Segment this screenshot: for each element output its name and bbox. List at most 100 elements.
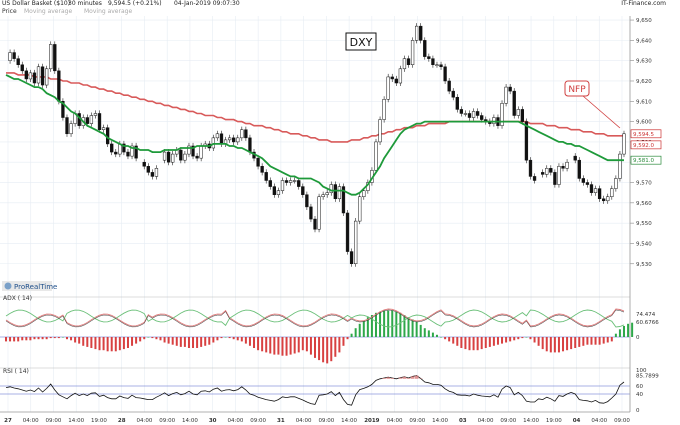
candle-body <box>549 168 553 173</box>
candle-body <box>211 137 216 149</box>
candle-body <box>118 143 122 155</box>
adx-bar <box>346 337 349 340</box>
candle-body <box>232 137 236 143</box>
candle-body <box>492 117 496 124</box>
candle-body <box>504 86 508 104</box>
adx-bar <box>350 333 353 337</box>
candle-body <box>260 166 264 173</box>
adx-bar <box>598 337 601 345</box>
adx-bar <box>41 337 44 340</box>
adx-bar <box>240 337 243 342</box>
price-tag-label: 9,592.0 <box>633 143 654 149</box>
candle-body <box>272 186 276 195</box>
candle-body <box>467 113 472 118</box>
y-tick-label: 9,630 <box>636 59 652 65</box>
adx-bar <box>257 337 260 351</box>
adx-bar <box>570 337 573 350</box>
candle-body <box>345 212 350 252</box>
candle-body <box>471 111 476 118</box>
candle-body <box>32 72 37 84</box>
candle-body <box>321 194 325 197</box>
adx-bar <box>415 321 418 337</box>
adx-bar <box>574 337 577 348</box>
adx-bar <box>216 337 219 341</box>
candle-body <box>545 168 549 175</box>
adx-bar <box>285 337 288 356</box>
adx-bar <box>362 320 365 337</box>
adx-bar <box>566 337 569 351</box>
adx-bar <box>557 337 560 353</box>
adx-bar <box>65 337 68 340</box>
dxy-annotation: DXY <box>345 32 377 51</box>
adx-bar <box>578 337 581 347</box>
adx-bar <box>419 324 422 337</box>
adx-bar <box>204 337 207 346</box>
x-tick-label: 14:00 <box>341 418 357 424</box>
x-tick-label: 09:00 <box>409 418 425 424</box>
x-tick-label: 09:00 <box>250 418 266 424</box>
adx-bar <box>545 337 548 352</box>
candle-body <box>256 157 260 167</box>
x-tick-label: 04 <box>573 418 581 424</box>
candle-body <box>475 111 480 116</box>
x-tick-label: 14:00 <box>432 418 448 424</box>
candle-body <box>183 153 187 161</box>
candle-body <box>236 137 240 143</box>
watermark: ProRealTime <box>2 281 57 291</box>
adx-bar <box>17 337 20 342</box>
candle-body <box>297 180 301 187</box>
adx-bar <box>444 337 447 340</box>
candle-body <box>227 137 232 141</box>
adx-bar <box>228 337 231 339</box>
candle-body <box>162 151 167 161</box>
candle-body <box>288 180 293 183</box>
adx-bar <box>126 337 129 348</box>
candle-body <box>382 99 386 120</box>
adx-bar <box>159 337 162 341</box>
adx-bar <box>224 337 227 338</box>
adx-bar <box>297 337 300 353</box>
candle-body <box>114 151 118 155</box>
adx-bar <box>175 337 178 346</box>
candle-body <box>248 137 252 153</box>
adx-bar <box>338 337 341 353</box>
adx-bar <box>484 337 487 348</box>
candle-body <box>301 186 305 195</box>
candle-body <box>561 166 565 169</box>
adx-bar <box>82 337 85 346</box>
adx-bar <box>354 328 357 337</box>
price-tag-label: 9,581.0 <box>633 158 654 164</box>
adx-bar <box>476 337 479 351</box>
adx-bar <box>253 337 256 348</box>
adx-bar <box>277 337 280 355</box>
x-tick-label: 14:00 <box>523 418 539 424</box>
candle-body <box>358 196 362 222</box>
candle-body <box>427 56 431 59</box>
watermark-logo-icon <box>4 282 12 290</box>
adx-bar <box>192 337 195 348</box>
adx-bar <box>309 337 312 355</box>
candle-body <box>443 66 447 82</box>
candle-body <box>378 119 382 143</box>
adx-bar <box>618 329 621 337</box>
adx-bar <box>342 337 345 346</box>
y-tick-label: 9,610 <box>636 99 652 105</box>
adx-bar <box>562 337 565 352</box>
candle-body <box>374 141 378 171</box>
candle-body <box>240 129 244 139</box>
candle-body <box>244 129 248 139</box>
adx-bar <box>501 337 504 344</box>
candle-body <box>199 145 203 159</box>
rsi-overbought-fill <box>406 378 411 379</box>
adx-bar <box>135 337 138 344</box>
price-tag-label: 9,594.5 <box>633 132 654 138</box>
adx-bar <box>155 337 158 340</box>
y-tick-label: 9,530 <box>636 262 652 268</box>
adx-bar <box>427 330 430 337</box>
adx-bar <box>220 337 223 339</box>
candle-body <box>142 161 146 167</box>
adx-bar <box>448 337 451 342</box>
candle-body <box>264 172 268 181</box>
candle-body <box>333 184 337 200</box>
adx-bar <box>187 337 190 348</box>
